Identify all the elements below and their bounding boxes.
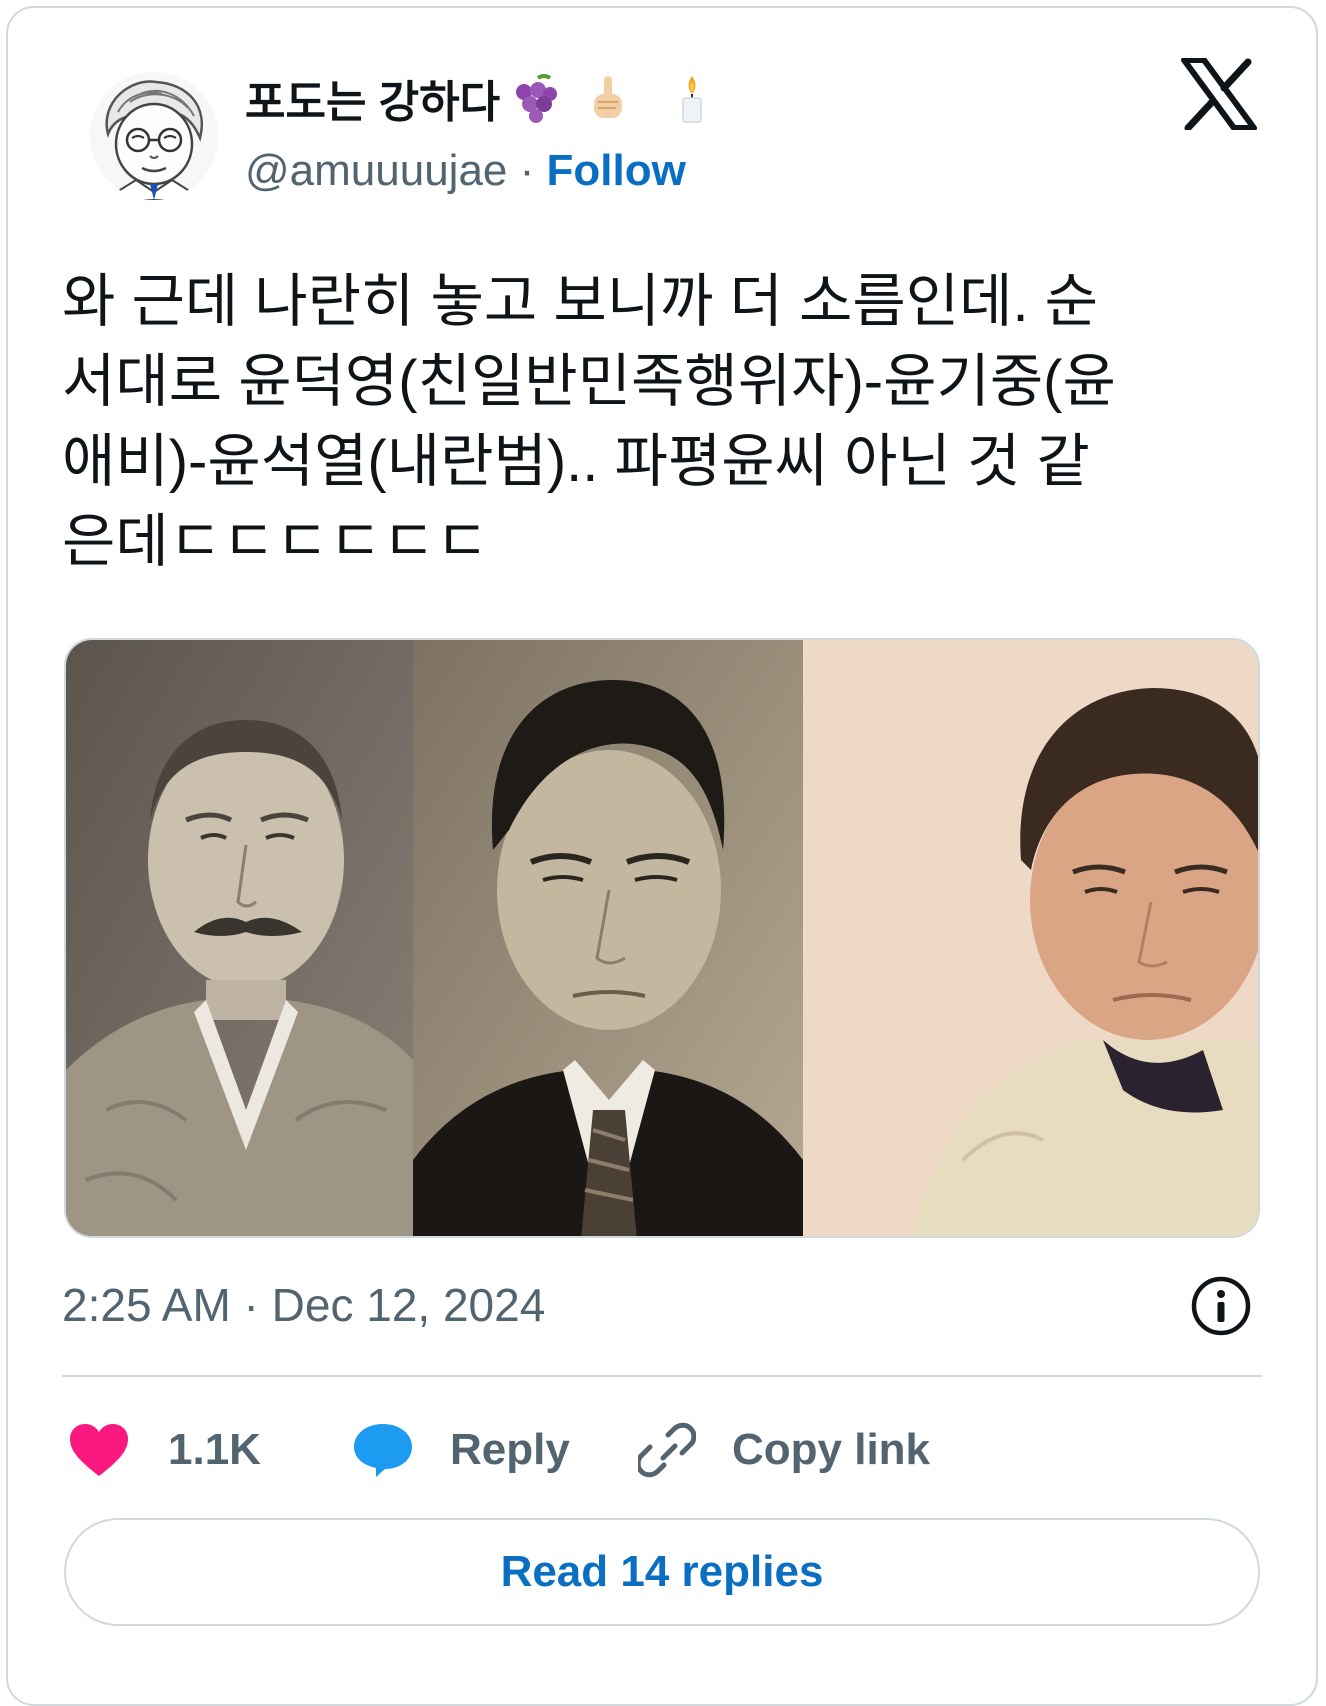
copy-link-button[interactable]: Copy link: [638, 1410, 930, 1490]
like-count: 1.1K: [168, 1425, 261, 1474]
like-button[interactable]: 1.1K: [68, 1410, 261, 1490]
index-pointing-up-icon: [594, 76, 623, 118]
reply-button[interactable]: Reply: [352, 1410, 570, 1490]
copy-link-label: Copy link: [732, 1425, 931, 1474]
author-handle[interactable]: @amuuuujae: [245, 146, 507, 195]
tweet-text-line: 와 근데 나란히 놓고 보니까 더 소름인데. 순: [62, 269, 1099, 334]
tweet-text: 와 근데 나란히 놓고 보니까 더 소름인데. 순 서대로 윤덕영(친일반민족행…: [62, 262, 1262, 582]
photo-portrait-1[interactable]: [66, 640, 413, 1236]
read-replies-label: Read 14 replies: [500, 1547, 824, 1596]
tweet-actions: 1.1K Reply Copy link: [62, 1410, 1262, 1490]
portrait-elderly-man-hanbok: [66, 640, 413, 1236]
author-name-row[interactable]: 포도는 강하다: [245, 66, 718, 130]
handle-separator: ·: [507, 146, 547, 195]
photo-portrait-2[interactable]: [413, 640, 803, 1236]
x-logo-icon[interactable]: [1180, 58, 1258, 130]
tweet-text-line: 서대로 윤덕영(친일반민족행위자)-윤기중(윤: [62, 349, 1116, 414]
link-icon: [638, 1422, 696, 1478]
info-icon[interactable]: [1190, 1275, 1252, 1337]
avatar-cartoon-icon: [90, 72, 218, 200]
author-display-name[interactable]: 포도는 강하다: [245, 66, 500, 130]
candle-icon: [682, 76, 702, 123]
portrait-man-suit: [413, 640, 803, 1236]
tweet-text-line: 애비)-윤석열(내란범).. 파평윤씨 아닌 것 같: [62, 429, 1090, 494]
author-handle-row: @amuuuujae · Follow: [245, 146, 686, 196]
divider: [62, 1375, 1262, 1377]
tweet-media[interactable]: [64, 638, 1260, 1238]
tweet-text-line: 은데ㄷㄷㄷㄷㄷㄷ: [62, 509, 489, 574]
reply-label: Reply: [450, 1425, 570, 1474]
heart-icon: [70, 1424, 128, 1476]
read-replies-button[interactable]: Read 14 replies: [64, 1518, 1260, 1626]
avatar[interactable]: [90, 72, 218, 200]
tweet-timestamp[interactable]: 2:25 AM · Dec 12, 2024: [62, 1278, 545, 1332]
follow-button[interactable]: Follow: [547, 146, 686, 195]
portrait-man-beige-jacket: [803, 640, 1258, 1236]
grapes-icon: [516, 74, 558, 123]
photo-portrait-3[interactable]: [803, 640, 1258, 1236]
reply-bubble-icon: [354, 1424, 412, 1477]
